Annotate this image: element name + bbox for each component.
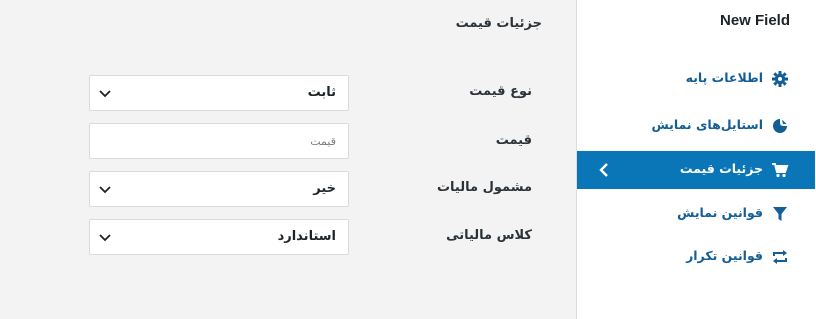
sidebar-item-label: قوانین تکرار (686, 248, 763, 263)
price-type-label: نوع قیمت (469, 84, 532, 99)
sidebar-item-display-rules[interactable]: قوانین نمایش (577, 195, 815, 233)
sidebar-item-label: اطلاعات پایه (685, 70, 763, 85)
sidebar-item-repeat-rules[interactable]: قوانین تکرار (577, 238, 815, 276)
repeat-icon (773, 250, 787, 264)
sidebar-item-label: قوانین نمایش (677, 205, 763, 220)
price-input[interactable]: قیمت (89, 123, 349, 159)
sidebar-item-label: جزئیات قیمت (679, 161, 763, 176)
price-input-placeholder: قیمت (310, 135, 336, 148)
palette-icon (773, 119, 787, 133)
tax-class-value: استاندارد (277, 229, 336, 244)
section-title: جزئیات قیمت (455, 16, 542, 31)
price-type-value: ثابت (307, 85, 336, 100)
gear-icon (772, 71, 788, 87)
taxable-value: خیر (313, 181, 336, 196)
chevron-left-icon (599, 163, 608, 177)
tax-class-select[interactable]: استاندارد (89, 219, 349, 255)
chevron-down-icon (99, 186, 111, 194)
sidebar-item-price-details[interactable]: جزئیات قیمت (577, 151, 815, 189)
sidebar-item-display-styles[interactable]: استایل‌های نمایش (577, 107, 815, 145)
sidebar-item-label: استایل‌های نمایش (651, 117, 763, 132)
price-label: قیمت (495, 133, 532, 148)
price-details-panel: جزئیات قیمت نوع قیمت ثابت قیمت قیمت مشمو… (0, 0, 576, 319)
tax-class-label: کلاس مالیاتی (446, 228, 532, 243)
sidebar-item-basic-info[interactable]: اطلاعات پایه (577, 60, 815, 98)
taxable-label: مشمول مالیات (436, 180, 532, 195)
cart-icon (772, 163, 789, 178)
sidebar-title: New Field (719, 12, 790, 29)
filter-icon (773, 207, 787, 221)
taxable-select[interactable]: خیر (89, 171, 349, 207)
chevron-down-icon (99, 234, 111, 242)
sidebar: New Field اطلاعات پایه استایل‌های نمایش (576, 0, 816, 319)
chevron-down-icon (99, 90, 111, 98)
price-type-select[interactable]: ثابت (89, 75, 349, 111)
